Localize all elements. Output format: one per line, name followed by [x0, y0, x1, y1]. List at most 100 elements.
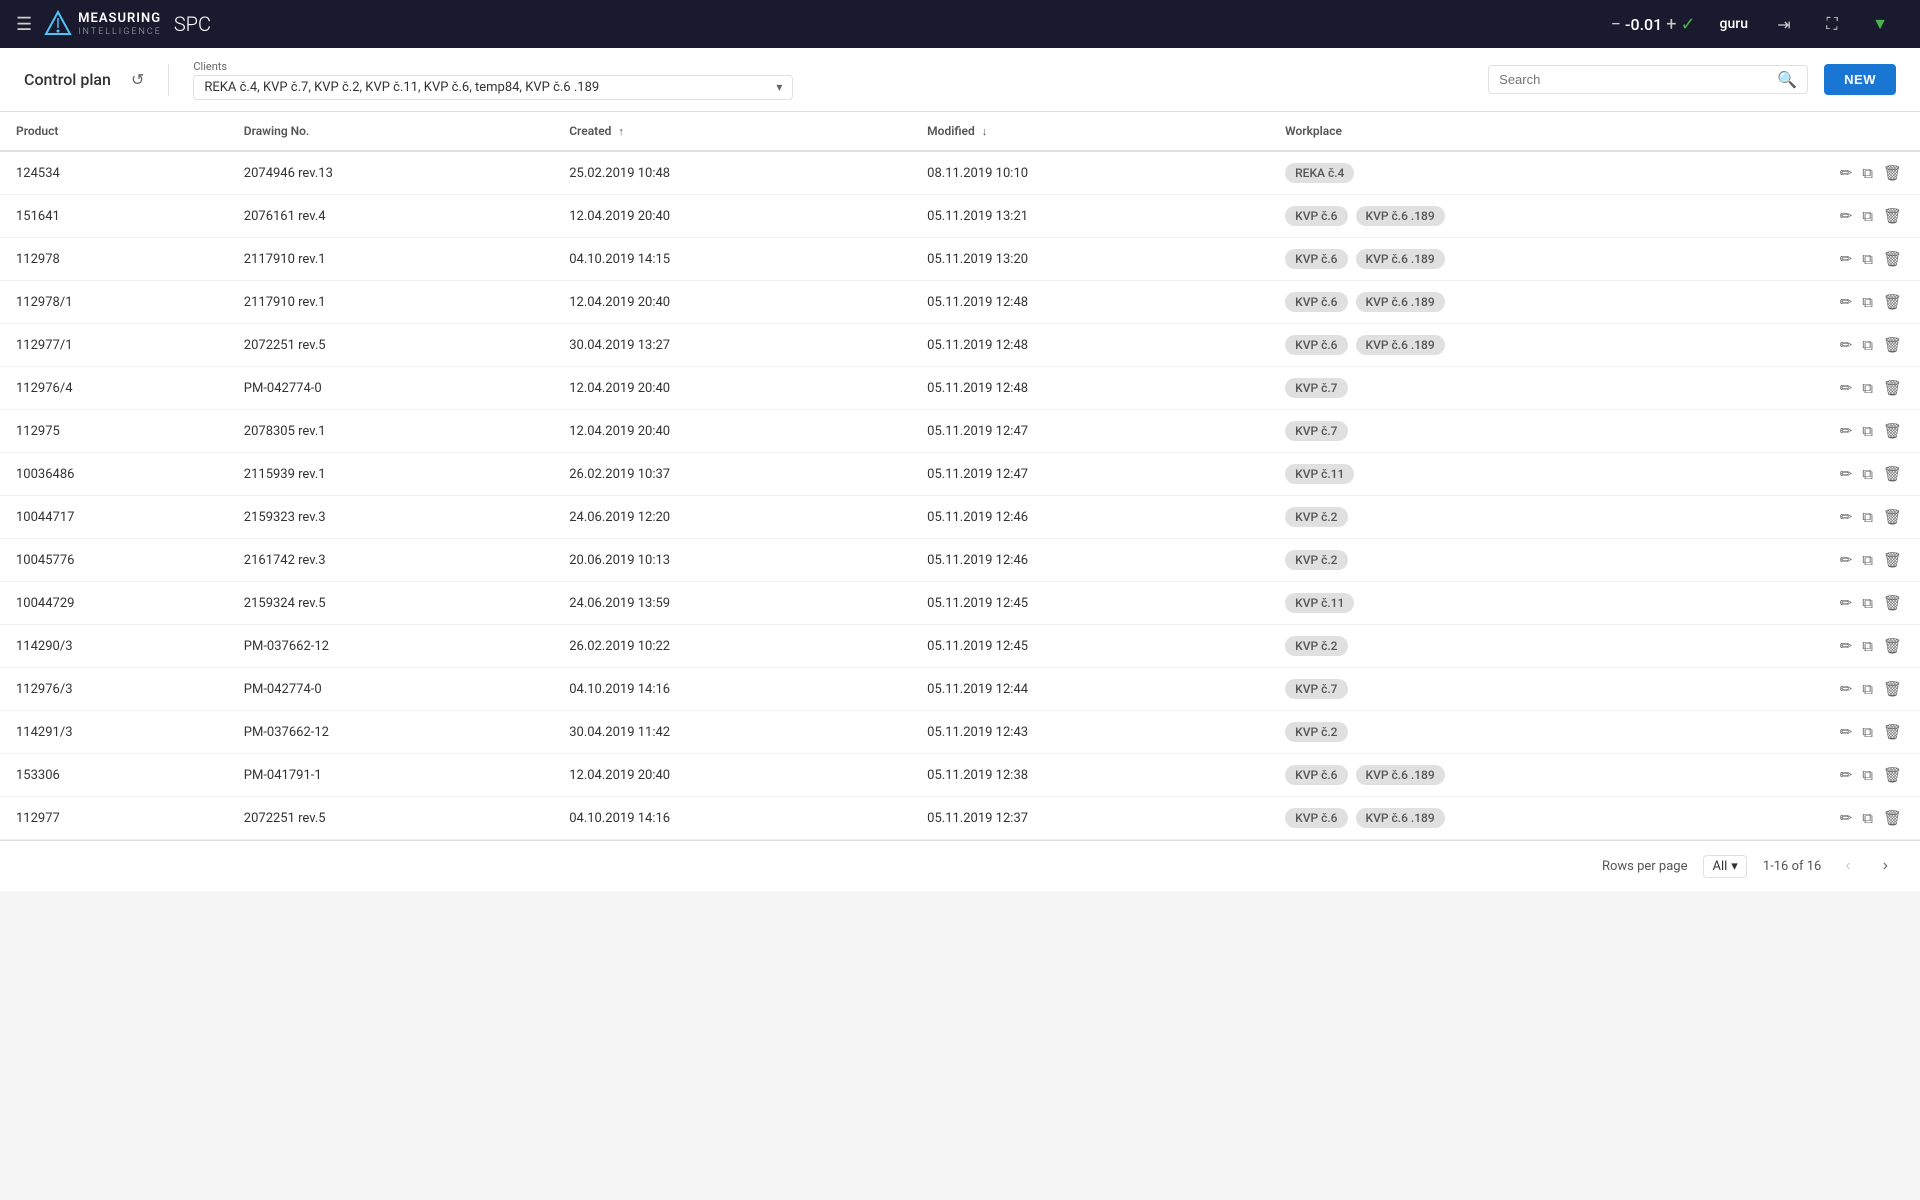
- cell-modified: 05.11.2019 12:45: [911, 625, 1269, 668]
- copy-button[interactable]: ⧉: [1860, 249, 1875, 270]
- edit-button[interactable]: ✏: [1838, 205, 1855, 227]
- copy-button[interactable]: ⧉: [1860, 593, 1875, 614]
- fullscreen-icon[interactable]: ⛶: [1808, 0, 1856, 48]
- cell-modified: 05.11.2019 12:44: [911, 668, 1269, 711]
- delete-button[interactable]: 🗑: [1881, 463, 1904, 485]
- workplace-badge: KVP č.6: [1285, 808, 1347, 828]
- check-icon[interactable]: ✓: [1680, 14, 1695, 35]
- table-body: 124534 2074946 rev.13 25.02.2019 10:48 0…: [0, 151, 1920, 840]
- table-row: 112976/4 PM-042774-0 12.04.2019 20:40 05…: [0, 367, 1920, 410]
- copy-button[interactable]: ⧉: [1860, 507, 1875, 528]
- copy-button[interactable]: ⧉: [1860, 378, 1875, 399]
- delete-button[interactable]: 🗑: [1881, 205, 1904, 227]
- logout-icon[interactable]: ⇥: [1760, 0, 1808, 48]
- workplace-badge: KVP č.6 .189: [1356, 206, 1445, 226]
- delete-button[interactable]: 🗑: [1881, 635, 1904, 657]
- spc-label: SPC: [174, 12, 211, 36]
- edit-button[interactable]: ✏: [1838, 678, 1855, 700]
- refresh-button[interactable]: ↺: [131, 70, 144, 89]
- col-header-workplace[interactable]: Workplace: [1269, 112, 1757, 151]
- edit-button[interactable]: ✏: [1838, 162, 1855, 184]
- username[interactable]: guru: [1708, 16, 1760, 32]
- copy-button[interactable]: ⧉: [1860, 808, 1875, 829]
- table-row: 124534 2074946 rev.13 25.02.2019 10:48 0…: [0, 151, 1920, 195]
- clients-dropdown[interactable]: REKA č.4, KVP č.7, KVP č.2, KVP č.11, KV…: [193, 75, 793, 100]
- workplace-badge: KVP č.6 .189: [1356, 292, 1445, 312]
- col-header-product[interactable]: Product: [0, 112, 228, 151]
- edit-button[interactable]: ✏: [1838, 248, 1855, 270]
- copy-button[interactable]: ⧉: [1860, 679, 1875, 700]
- copy-button[interactable]: ⧉: [1860, 765, 1875, 786]
- cell-product: 124534: [0, 151, 228, 195]
- edit-button[interactable]: ✏: [1838, 592, 1855, 614]
- delete-button[interactable]: 🗑: [1881, 807, 1904, 829]
- logo-text: MEASURING: [78, 11, 162, 27]
- col-header-drawing[interactable]: Drawing No.: [228, 112, 553, 151]
- col-header-modified[interactable]: Modified ↓: [911, 112, 1269, 151]
- delete-button[interactable]: 🗑: [1881, 549, 1904, 571]
- next-page-button[interactable]: ›: [1875, 853, 1896, 879]
- copy-button[interactable]: ⧉: [1860, 550, 1875, 571]
- search-icon[interactable]: 🔍: [1777, 70, 1797, 89]
- edit-button[interactable]: ✏: [1838, 506, 1855, 528]
- delete-button[interactable]: 🗑: [1881, 248, 1904, 270]
- delete-button[interactable]: 🗑: [1881, 162, 1904, 184]
- edit-button[interactable]: ✏: [1838, 807, 1855, 829]
- edit-button[interactable]: ✏: [1838, 291, 1855, 313]
- workplace-badge: KVP č.6: [1285, 249, 1347, 269]
- delete-button[interactable]: 🗑: [1881, 764, 1904, 786]
- cell-product: 112978: [0, 238, 228, 281]
- cell-created: 24.06.2019 13:59: [553, 582, 911, 625]
- copy-button[interactable]: ⧉: [1860, 421, 1875, 442]
- edit-button[interactable]: ✏: [1838, 420, 1855, 442]
- cell-created: 30.04.2019 11:42: [553, 711, 911, 754]
- cell-created: 25.02.2019 10:48: [553, 151, 911, 195]
- edit-button[interactable]: ✏: [1838, 635, 1855, 657]
- cell-created: 12.04.2019 20:40: [553, 410, 911, 453]
- hamburger-menu[interactable]: ☰: [16, 14, 32, 35]
- cell-workplace: KVP č.11: [1269, 582, 1757, 625]
- cell-drawing: 2072251 rev.5: [228, 797, 553, 840]
- copy-button[interactable]: ⧉: [1860, 292, 1875, 313]
- search-input[interactable]: [1499, 72, 1777, 87]
- delete-button[interactable]: 🗑: [1881, 678, 1904, 700]
- table-row: 112977 2072251 rev.5 04.10.2019 14:16 05…: [0, 797, 1920, 840]
- cell-product: 112975: [0, 410, 228, 453]
- cell-created: 12.04.2019 20:40: [553, 367, 911, 410]
- prev-page-button[interactable]: ‹: [1837, 853, 1858, 879]
- edit-button[interactable]: ✏: [1838, 334, 1855, 356]
- cell-modified: 05.11.2019 12:45: [911, 582, 1269, 625]
- copy-button[interactable]: ⧉: [1860, 163, 1875, 184]
- logo-sub: INTELLIGENCE: [78, 27, 162, 37]
- table-row: 151641 2076161 rev.4 12.04.2019 20:40 05…: [0, 195, 1920, 238]
- edit-button[interactable]: ✏: [1838, 463, 1855, 485]
- new-button[interactable]: NEW: [1824, 64, 1896, 95]
- edit-button[interactable]: ✏: [1838, 764, 1855, 786]
- delete-button[interactable]: 🗑: [1881, 334, 1904, 356]
- copy-button[interactable]: ⧉: [1860, 464, 1875, 485]
- cell-workplace: KVP č.6 KVP č.6 .189: [1269, 195, 1757, 238]
- delete-button[interactable]: 🗑: [1881, 592, 1904, 614]
- clients-label: Clients: [193, 60, 1472, 73]
- delete-button[interactable]: 🗑: [1881, 291, 1904, 313]
- delete-button[interactable]: 🗑: [1881, 506, 1904, 528]
- rows-per-page-select[interactable]: All ▾: [1703, 855, 1746, 878]
- col-header-created[interactable]: Created ↑: [553, 112, 911, 151]
- delete-button[interactable]: 🗑: [1881, 721, 1904, 743]
- edit-button[interactable]: ✏: [1838, 721, 1855, 743]
- copy-button[interactable]: ⧉: [1860, 636, 1875, 657]
- edit-button[interactable]: ✏: [1838, 377, 1855, 399]
- user-status-icon[interactable]: ▼: [1856, 0, 1904, 48]
- cell-drawing: PM-037662-12: [228, 711, 553, 754]
- delete-button[interactable]: 🗑: [1881, 420, 1904, 442]
- workplace-badge: KVP č.6: [1285, 206, 1347, 226]
- delete-button[interactable]: 🗑: [1881, 377, 1904, 399]
- minus-icon[interactable]: −: [1611, 14, 1621, 35]
- cell-workplace: REKA č.4: [1269, 151, 1757, 195]
- copy-button[interactable]: ⧉: [1860, 722, 1875, 743]
- plus-icon[interactable]: +: [1666, 14, 1676, 35]
- workplace-badge: KVP č.6 .189: [1356, 335, 1445, 355]
- copy-button[interactable]: ⧉: [1860, 206, 1875, 227]
- copy-button[interactable]: ⧉: [1860, 335, 1875, 356]
- edit-button[interactable]: ✏: [1838, 549, 1855, 571]
